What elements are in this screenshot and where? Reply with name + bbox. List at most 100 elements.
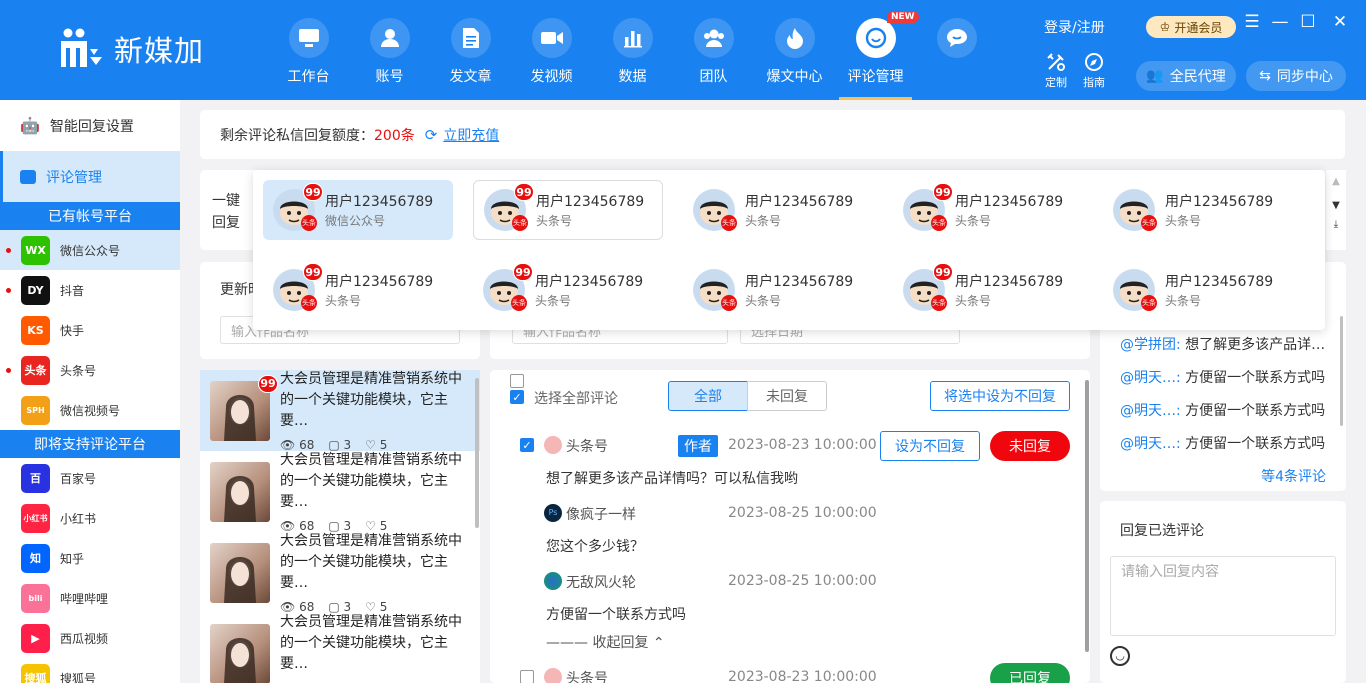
nav-data[interactable]: 数据 <box>592 0 673 100</box>
sync-center-button[interactable]: ⇆ 同步中心 <box>1246 61 1346 91</box>
mention[interactable]: @明天…: <box>1120 370 1181 386</box>
reply-textarea[interactable]: 请输入回复内容 <box>1110 556 1336 636</box>
select-all-checkbox-top[interactable] <box>510 374 524 388</box>
robot-icon: 🤖 <box>20 116 40 135</box>
toutiao-avatar-icon <box>544 436 562 454</box>
mention[interactable]: @学拼团: <box>1120 337 1181 353</box>
account-card[interactable]: 头条 用户123456789 头条号 <box>1103 260 1293 320</box>
minimize-icon[interactable]: — <box>1270 12 1290 32</box>
work-info: 大会员管理是精准营销系统中的一个关键功能模块，它主要…👁 68▢ 3♡ 5 <box>280 450 468 533</box>
avatar: 99 头条 <box>484 183 534 231</box>
nav-workbench[interactable]: 工作台 <box>268 0 349 100</box>
mark-no-reply-button[interactable]: 将选中设为不回复 <box>930 381 1070 411</box>
platform-item[interactable]: bili 哔哩哔哩 <box>0 578 180 618</box>
compass-icon <box>1085 53 1103 71</box>
sidebar-item-auto-reply[interactable]: 🤖 智能回复设置 <box>0 100 180 151</box>
tab-all[interactable]: 全部 <box>668 381 748 411</box>
platform-item[interactable]: ▶ 西瓜视频 <box>0 618 180 658</box>
platform-item[interactable]: 百百家号 <box>0 458 180 498</box>
work-item[interactable]: 大会员管理是精准营销系统中的一个关键功能模块，它主要…👁 68▢ 3♡ 5 <box>200 532 480 614</box>
account-card[interactable]: 99 头条 用户123456789 头条号 <box>893 180 1083 240</box>
unread-dot <box>6 248 11 253</box>
nav-team[interactable]: 团队 <box>673 0 754 100</box>
more-comments-link[interactable]: 等4条评论 <box>1261 466 1326 486</box>
select-all-checkbox[interactable]: ✓ <box>510 390 524 404</box>
comments-scrollbar[interactable] <box>1085 380 1089 652</box>
collapse-replies-link[interactable]: ——— 收起回复 ⌃ <box>546 632 665 652</box>
tools-icon <box>1047 53 1065 71</box>
toutiao-platform-icon: 头条 <box>301 295 317 311</box>
platform-item[interactable]: 小红书 小红书 <box>0 498 180 538</box>
account-card[interactable]: 99 头条 用户123456789 头条号 <box>473 260 663 320</box>
work-list-scrollbar[interactable] <box>475 378 479 528</box>
nav-account[interactable]: 账号 <box>349 0 430 100</box>
nav-video[interactable]: 发视频 <box>511 0 592 100</box>
mention[interactable]: @明天…: <box>1120 436 1181 452</box>
platform-item[interactable]: WX 微信公众号 <box>0 230 180 270</box>
emoji-icon[interactable]: ◡ <box>1110 646 1130 666</box>
nav-article[interactable]: 发文章 <box>430 0 511 100</box>
maximize-icon[interactable]: ☐ <box>1298 12 1318 32</box>
agent-button[interactable]: 👥 全民代理 <box>1136 61 1236 91</box>
close-icon[interactable]: ✕ <box>1330 12 1350 32</box>
account-card[interactable]: 头条 用户123456789 头条号 <box>1103 180 1293 240</box>
reply-text: 您这个多少钱？ <box>546 539 644 555</box>
platform-item[interactable]: DY 抖音 <box>0 270 180 310</box>
account-card[interactable]: 99 头条 用户123456789 头条号 <box>263 260 453 320</box>
sidebar: 🤖 智能回复设置 评论管理 已有帐号平台 WX 微信公众号 DY 抖音 KS 快手 头条 头条… <box>0 100 180 683</box>
scroll-end-icon[interactable]: ⤓ <box>1326 219 1346 230</box>
vip-button[interactable]: ♔ 开通会员 <box>1146 16 1236 38</box>
avatar: 99 头条 <box>273 263 323 311</box>
custom-button[interactable]: 定制 <box>1036 52 1076 90</box>
menu-icon[interactable]: ☰ <box>1242 12 1262 32</box>
account-name: 用户123456789 <box>745 274 854 290</box>
account-name: 用户123456789 <box>536 194 645 210</box>
platform-logo-icon: 搜狐 <box>21 663 50 683</box>
section-header-upcoming: 即将支持评论平台 <box>0 430 180 458</box>
comment-checkbox[interactable] <box>520 670 534 683</box>
account-platform: 头条号 <box>1165 294 1202 308</box>
account-card[interactable]: 99 头条 用户123456789 头条号 <box>473 180 663 240</box>
unreplied-status-button[interactable]: 未回复 <box>990 431 1070 461</box>
replied-status-button[interactable]: 已回复 <box>990 663 1070 683</box>
unread-count-badge: 99 <box>933 263 953 281</box>
sidebar-item-comment-manage[interactable]: 评论管理 <box>0 151 180 202</box>
recharge-link[interactable]: 立即充值 <box>443 125 499 145</box>
collapse-line: ——— <box>546 635 593 651</box>
login-register-link[interactable]: 登录/注册 <box>1044 17 1105 37</box>
platform-item[interactable]: KS 快手 <box>0 310 180 350</box>
selected-scrollbar[interactable] <box>1340 316 1343 426</box>
guide-label: 指南 <box>1083 76 1105 89</box>
account-card[interactable]: 99 头条 用户123456789 头条号 <box>893 260 1083 320</box>
set-no-reply-button[interactable]: 设为不回复 <box>880 431 980 461</box>
tab-unreplied[interactable]: 未回复 <box>747 381 827 411</box>
account-info: 用户123456789 头条号 <box>325 271 433 309</box>
account-platform: 微信公众号 <box>325 214 386 228</box>
avatar: 99 头条 <box>483 263 533 311</box>
scroll-up-icon[interactable]: ▲ <box>1326 176 1346 187</box>
new-badge: NEW <box>887 11 919 23</box>
platform-label: 抖音 <box>60 283 85 298</box>
account-card[interactable]: 99 头条 用户123456789 微信公众号 <box>263 180 453 240</box>
mention[interactable]: @明天…: <box>1120 403 1181 419</box>
refresh-icon[interactable]: ⟳ <box>425 126 438 144</box>
unread-count-badge: 99 <box>514 183 534 201</box>
nav-comments[interactable]: NEW 评论管理 <box>835 0 919 100</box>
platform-item[interactable]: 头条 头条号 <box>0 350 180 390</box>
nav-hot[interactable]: 爆文中心 <box>754 0 835 100</box>
account-card[interactable]: 头条 用户123456789 头条号 <box>683 260 873 320</box>
toutiao-platform-icon: 头条 <box>512 215 528 231</box>
platform-item[interactable]: 知知乎 <box>0 538 180 578</box>
work-item[interactable]: 大会员管理是精准营销系统中的一个关键功能模块，它主要…👁 68▢ 3♡ 5 <box>200 613 480 683</box>
platform-item[interactable]: 搜狐 搜狐号 <box>0 658 180 683</box>
guide-button[interactable]: 指南 <box>1074 52 1114 90</box>
scroll-down-icon[interactable]: ▼ <box>1326 200 1346 211</box>
comment-checkbox[interactable]: ✓ <box>520 438 534 452</box>
reply-title: 回复已选评论 <box>1120 523 1204 539</box>
nav-chat[interactable] <box>916 0 997 100</box>
platform-item[interactable]: SPH 微信视频号 <box>0 390 180 430</box>
work-item[interactable]: 大会员管理是精准营销系统中的一个关键功能模块，它主要…👁 68▢ 3♡ 5 <box>200 450 480 533</box>
work-item[interactable]: 99 大会员管理是精准营销系统中的一个关键功能模块，它主要… 👁 68 ▢ 3 ♡ 5 <box>200 370 480 452</box>
account-card[interactable]: 头条 用户123456789 头条号 <box>683 180 873 240</box>
comment-author: 头条号 <box>566 671 608 683</box>
